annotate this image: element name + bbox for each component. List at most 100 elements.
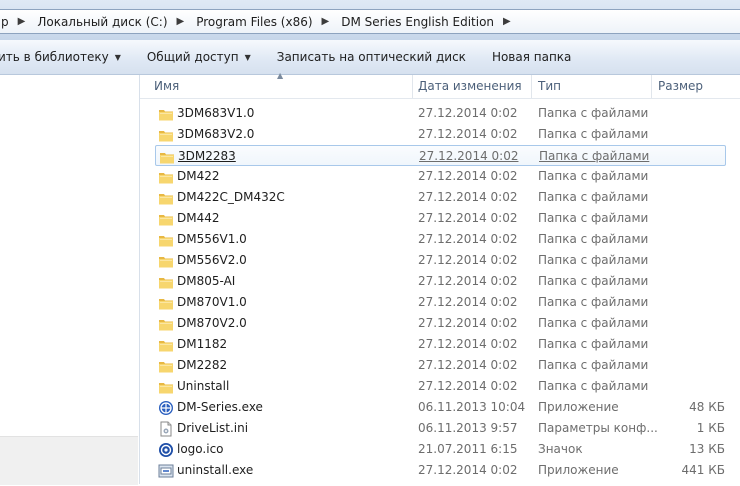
- folder-icon: [158, 106, 174, 122]
- file-row[interactable]: DM442 27.12.2014 0:02 Папка с файлами: [155, 208, 726, 229]
- file-name: DM870V2.0: [177, 316, 247, 330]
- column-divider[interactable]: [412, 75, 413, 98]
- file-name: DM2282: [177, 358, 228, 372]
- file-row[interactable]: 3DM2283 27.12.2014 0:02 Папка с файлами: [155, 145, 726, 166]
- file-row[interactable]: DM422C_DM432C 27.12.2014 0:02 Папка с файл…: [155, 187, 726, 208]
- dropdown-caret-icon: ▼: [244, 52, 251, 62]
- ico-file-icon: [158, 442, 174, 458]
- breadcrumb-separator-icon[interactable]: ▶: [496, 16, 520, 27]
- file-size: [626, 146, 726, 167]
- breadcrumb-item[interactable]: DM Series English Edition: [338, 10, 496, 33]
- file-date: 27.12.2014 0:02: [418, 106, 518, 120]
- address-bar: р ▶ Локальный диск (C:) ▶ Program Files (x86…: [0, 0, 740, 40]
- file-date: 27.12.2014 0:02: [418, 379, 518, 393]
- file-row[interactable]: DM870V2.0 27.12.2014 0:02 Папка с файлами: [155, 313, 726, 334]
- column-size[interactable]: Размер: [658, 75, 703, 98]
- navigation-pane[interactable]: [0, 75, 140, 484]
- file-name: DM422: [177, 169, 220, 183]
- toolbar-button[interactable]: ить в библиотеку ▼: [0, 43, 134, 71]
- column-divider[interactable]: [651, 75, 652, 98]
- breadcrumb-item[interactable]: Локальный диск (C:): [34, 10, 169, 33]
- file-row[interactable]: DM-Series.exe 06.11.2013 10:04 Приложение 4…: [155, 397, 726, 418]
- breadcrumb: р ▶ Локальный диск (C:) ▶ Program Files (x86…: [0, 9, 740, 34]
- file-size: 13 КБ: [689, 442, 725, 456]
- uninstall-exe-icon: [158, 463, 174, 479]
- file-size: [625, 187, 725, 208]
- file-date: 27.12.2014 0:02: [418, 316, 518, 330]
- toolbar-button[interactable]: Общий доступ ▼: [134, 43, 264, 71]
- column-header: ▲ Имя Дата изменения Тип Размер: [140, 71, 740, 99]
- file-size: [625, 313, 725, 334]
- file-date: 27.12.2014 0:02: [418, 463, 518, 477]
- file-name: DM-Series.exe: [177, 400, 263, 414]
- file-date: 21.07.2011 6:15: [418, 442, 518, 456]
- navigation-pane-scrollbar[interactable]: [0, 436, 138, 485]
- folder-icon: [158, 253, 174, 269]
- file-date: 06.11.2013 10:04: [418, 400, 526, 414]
- file-name: DM556V2.0: [177, 253, 247, 267]
- file-name: DM1182: [177, 337, 228, 351]
- folder-icon: [158, 337, 174, 353]
- toolbar-button-label: Новая папка: [491, 50, 572, 64]
- file-row[interactable]: DriveList.ini 06.11.2013 9:57 Параметры ко…: [155, 418, 726, 439]
- file-date: 27.12.2014 0:02: [418, 127, 518, 141]
- ini-file-icon: [158, 421, 174, 437]
- toolbar-button-label: ить в библиотеку: [0, 50, 109, 64]
- app-exe-icon: [158, 400, 174, 416]
- column-type[interactable]: Тип: [538, 75, 561, 98]
- file-size: [625, 103, 725, 124]
- column-name[interactable]: Имя: [154, 75, 179, 98]
- folder-icon: [158, 169, 174, 185]
- file-name: DM442: [177, 211, 220, 225]
- breadcrumb-separator-icon[interactable]: ▶: [11, 16, 35, 27]
- file-date: 27.12.2014 0:02: [418, 274, 518, 288]
- folder-icon: [158, 127, 174, 143]
- sort-ascending-icon: ▲: [277, 71, 284, 80]
- file-type: Значок: [538, 442, 583, 456]
- file-name: 3DM683V2.0: [177, 127, 255, 141]
- file-size: [625, 229, 725, 250]
- file-date: 27.12.2014 0:02: [418, 337, 518, 351]
- folder-icon: [158, 295, 174, 311]
- file-row[interactable]: DM422 27.12.2014 0:02 Папка с файлами: [155, 166, 726, 187]
- file-size: 48 КБ: [689, 400, 725, 414]
- file-row[interactable]: 3DM683V2.0 27.12.2014 0:02 Папка с файлами: [155, 124, 726, 145]
- file-name: 3DM2283: [178, 149, 236, 163]
- folder-icon: [158, 211, 174, 227]
- file-row[interactable]: DM1182 27.12.2014 0:02 Папка с файлами: [155, 334, 726, 355]
- file-row[interactable]: DM556V2.0 27.12.2014 0:02 Папка с файлами: [155, 250, 726, 271]
- file-name: DM556V1.0: [177, 232, 247, 246]
- file-size: [625, 334, 725, 355]
- file-row[interactable]: Uninstall 27.12.2014 0:02 Папка с файлами: [155, 376, 726, 397]
- file-name: DriveList.ini: [177, 421, 249, 435]
- file-size: [625, 124, 725, 145]
- file-row[interactable]: DM2282 27.12.2014 0:02 Папка с файлами: [155, 355, 726, 376]
- breadcrumb-separator-icon[interactable]: ▶: [315, 16, 339, 27]
- file-row[interactable]: 3DM683V1.0 27.12.2014 0:02 Папка с файлами: [155, 103, 726, 124]
- file-row[interactable]: DM870V1.0 27.12.2014 0:02 Папка с файлами: [155, 292, 726, 313]
- file-date: 27.12.2014 0:02: [418, 358, 518, 372]
- toolbar-button-label: Общий доступ: [146, 50, 239, 64]
- breadcrumb-separator-icon[interactable]: ▶: [170, 16, 194, 27]
- file-name: DM805-AI: [177, 274, 236, 288]
- file-row[interactable]: uninstall.exe 27.12.2014 0:02 Приложение 44…: [155, 460, 726, 481]
- toolbar-button[interactable]: Новая папка: [479, 43, 584, 71]
- file-date: 27.12.2014 0:02: [418, 232, 518, 246]
- column-date[interactable]: Дата изменения: [418, 75, 522, 98]
- file-type: Приложение: [538, 463, 619, 477]
- column-divider[interactable]: [531, 75, 532, 98]
- dropdown-caret-icon: ▼: [114, 52, 121, 62]
- file-row[interactable]: logo.ico 21.07.2011 6:15 Значок 13 КБ: [155, 439, 726, 460]
- breadcrumb-item[interactable]: Program Files (x86): [193, 10, 314, 33]
- file-date: 27.12.2014 0:02: [418, 190, 518, 204]
- file-name: Uninstall: [177, 379, 230, 393]
- file-row[interactable]: DM556V1.0 27.12.2014 0:02 Папка с файлами: [155, 229, 726, 250]
- file-date: 27.12.2014 0:02: [418, 295, 518, 309]
- file-size: 1 КБ: [696, 421, 725, 435]
- toolbar-button[interactable]: Записать на оптический диск: [264, 43, 479, 71]
- file-size: [625, 376, 725, 397]
- file-name: DM870V1.0: [177, 295, 247, 309]
- folder-icon: [158, 358, 174, 374]
- file-row[interactable]: DM805-AI 27.12.2014 0:02 Папка с файлами: [155, 271, 726, 292]
- breadcrumb-item[interactable]: р: [0, 10, 11, 33]
